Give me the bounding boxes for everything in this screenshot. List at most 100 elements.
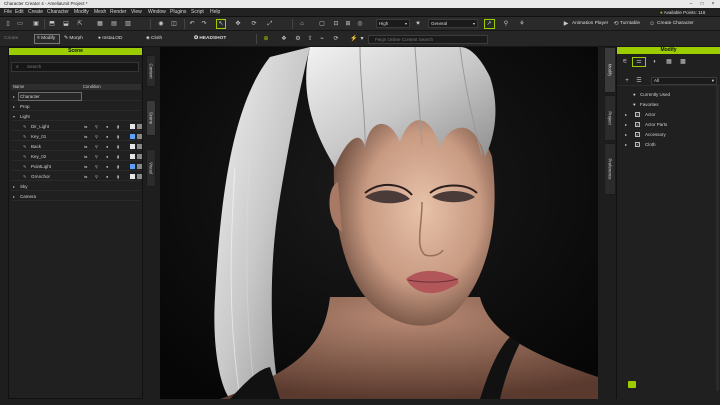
headshot-tab[interactable]: ✪ HEADSHOT [194,36,226,41]
shadow-icon[interactable]: ▮ [117,162,119,171]
expand-arrow-icon[interactable]: ▸ [13,182,15,191]
pin-icon[interactable]: ⚲ [95,162,98,171]
menu-file[interactable]: File [4,9,12,15]
scene-row[interactable]: ▸ Camera [11,192,141,201]
sliders-icon[interactable]: ⚟ [621,58,629,66]
export-icon[interactable]: ⬓ [62,20,70,28]
scene-row[interactable]: ✎ Key_01 ⇆ ⚲ ● ▮ [11,132,142,141]
checker-icon[interactable]: ▩ [679,58,687,66]
light-color-swatch[interactable] [130,164,135,169]
shadow-icon[interactable]: ▮ [117,152,119,161]
modify-list-item[interactable]: ● Currently Used [623,91,717,99]
animation-player-button[interactable]: Animation Player [572,21,608,26]
light-icon[interactable]: ✎ [23,132,26,141]
expand-arrow-icon[interactable]: ▸ [13,192,15,201]
undo-icon[interactable]: ↶ [188,20,196,28]
link-icon[interactable]: ⇆ [84,172,87,181]
menu-plugins[interactable]: Plugins [170,9,186,15]
modify-scrollbar[interactable] [716,86,719,391]
texture-icon[interactable]: ▦ [665,58,673,66]
scene-row[interactable]: ✎ PointLight ⇆ ⚲ ● ▮ [11,162,142,171]
light-icon[interactable]: ✎ [23,152,26,161]
tab-project[interactable]: Project [604,95,616,141]
new-icon[interactable]: ▯ [4,20,12,28]
checkbox[interactable]: ✓ [635,132,640,137]
send-icon[interactable]: ⇱ [76,20,84,28]
minimize-button[interactable]: – [686,0,696,8]
tab-content[interactable]: Content [146,55,156,87]
light-color-swatch[interactable] [130,134,135,139]
morph-tab[interactable]: ✎ Morph [64,36,83,41]
modify-list-item[interactable]: ▸ ✓ Cloth [623,141,717,149]
walk-icon[interactable]: ⚘ [518,20,526,28]
scale-icon[interactable]: ⤢ [266,20,274,28]
pin-icon[interactable]: ⚲ [95,142,98,151]
light-icon[interactable]: ✎ [23,172,26,181]
create-tab[interactable]: Create [4,36,18,41]
menu-mesh[interactable]: Mesh [94,9,106,15]
link-icon[interactable]: ⇆ [84,132,87,141]
close-button[interactable]: × [708,0,718,8]
material-icon[interactable]: ◐ [651,58,659,66]
grid-icon[interactable]: ▦ [96,20,104,28]
instalod-tab[interactable]: ● InstaLOD [98,36,123,41]
redo-icon[interactable]: ↷ [200,20,208,28]
link-icon[interactable]: ⇆ [84,152,87,161]
expand-arrow-icon[interactable]: ▸ [625,141,627,149]
cursor-icon[interactable]: ↖ [217,20,225,28]
scene-row[interactable]: ▸ Character [11,92,141,101]
light-icon[interactable]: ✎ [23,142,26,151]
link-icon[interactable]: ⇆ [84,142,87,151]
menu-view[interactable]: View [131,9,142,15]
light-color-swatch[interactable] [130,124,135,129]
motion-icon[interactable]: ↗ [485,20,493,28]
visibility-swatch[interactable] [137,144,142,149]
light-dot-icon[interactable]: ● [106,132,108,141]
upload-icon[interactable]: ⇧ [306,35,314,43]
link-icon[interactable]: ⇆ [84,122,87,131]
shadow-icon[interactable]: ▮ [117,142,119,151]
pin-icon[interactable]: ⚲ [95,152,98,161]
modify-tab[interactable]: ≡ Modify [37,36,55,41]
list-icon[interactable]: ☰ [635,77,643,85]
scene-row[interactable]: ✎ Key_02 ⇆ ⚲ ● ▮ [11,152,142,161]
3d-viewport[interactable] [160,47,598,399]
tab-modify[interactable]: Modify [604,47,616,93]
menu-help[interactable]: Help [210,9,220,15]
scene-row[interactable]: ✎ GIAnchor ⇆ ⚲ ● ▮ [11,172,142,181]
open-icon[interactable]: ▭ [16,20,24,28]
link-icon[interactable]: ⌁ [318,35,326,43]
turntable-button[interactable]: Turntable [620,21,640,26]
pin-icon[interactable]: ⚲ [95,122,98,131]
checkbox[interactable]: ✓ [635,112,640,117]
modify-list-item[interactable]: ▸ ✓ Actor Parts [623,121,717,129]
expand-arrow-icon[interactable]: ▸ [625,121,627,129]
checkbox[interactable]: ✓ [635,122,640,127]
expand-arrow-icon[interactable]: ▾ [13,112,15,121]
menu-create[interactable]: Create [28,9,43,15]
cloth-tab[interactable]: ◈ Cloth [146,36,162,41]
move-icon[interactable]: ✥ [234,20,242,28]
menu-window[interactable]: Window [148,9,166,15]
pin-icon[interactable]: ⚲ [95,172,98,181]
expand-arrow-icon[interactable]: ▸ [13,92,15,101]
visibility-swatch[interactable] [137,174,142,179]
shadow-icon[interactable]: ▮ [117,172,119,181]
panel-toggle-icon[interactable] [628,381,636,388]
shadow-icon[interactable]: ▮ [117,132,119,141]
visibility-swatch[interactable] [137,134,142,139]
pin-icon[interactable]: ⚲ [95,132,98,141]
menu-render[interactable]: Render [110,9,126,15]
smart-icon[interactable]: ⚡ [350,35,358,43]
expand-arrow-icon[interactable]: ▸ [13,102,15,111]
camera-icon[interactable]: ⌂ [298,20,306,28]
visibility-swatch[interactable] [137,124,142,129]
lighting-icon[interactable]: ✷ [414,20,422,28]
modify-list-item[interactable]: ▸ ✓ Accessory [623,131,717,139]
snapshot-icon[interactable]: ◫ [170,20,178,28]
light-color-swatch[interactable] [130,154,135,159]
expand-arrow-icon[interactable]: ▸ [625,131,627,139]
light-dot-icon[interactable]: ● [106,162,108,171]
scene-row[interactable]: ▸ Sky [11,182,141,191]
shadow-icon[interactable]: ▮ [117,122,119,131]
